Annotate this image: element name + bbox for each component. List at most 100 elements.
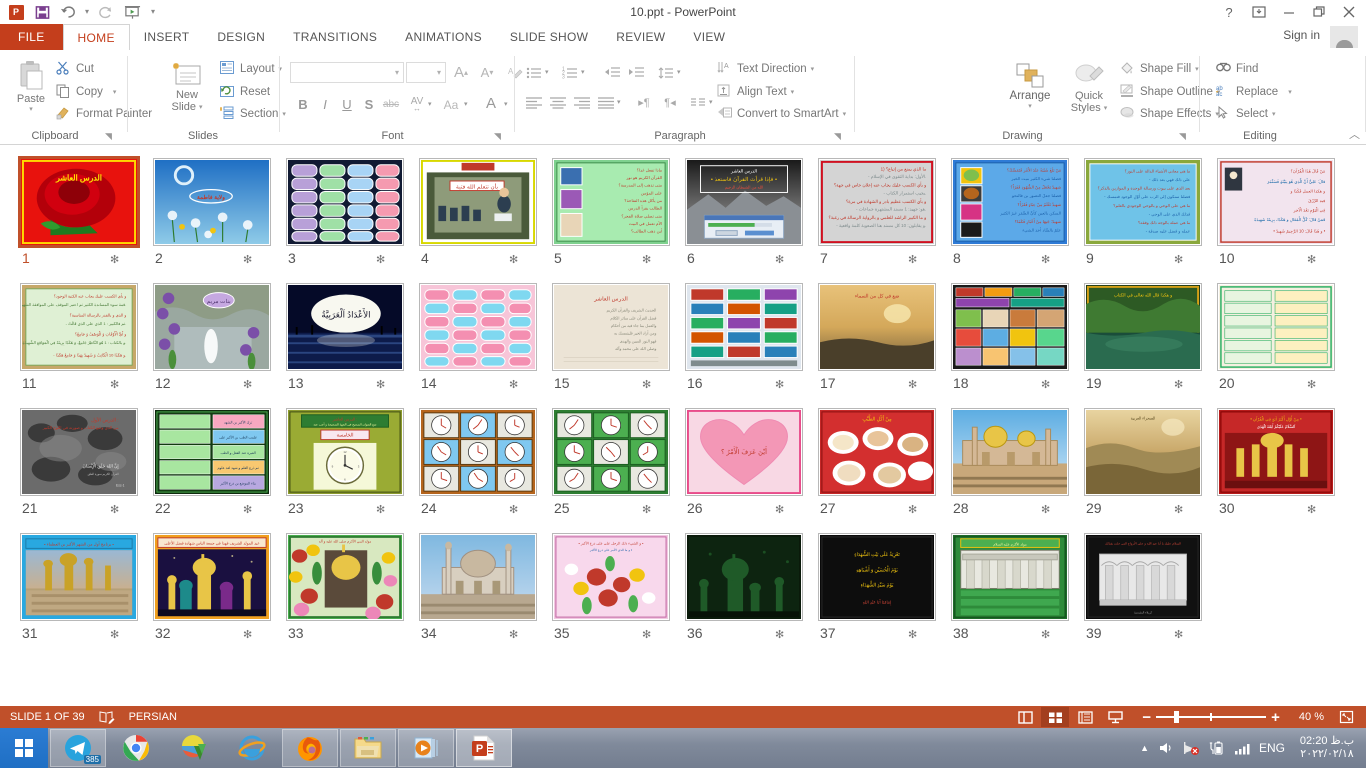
animation-star-icon[interactable]: ✻ xyxy=(642,378,651,391)
columns-dropdown-icon[interactable]: ▾ xyxy=(709,98,713,106)
align-text-button[interactable]: Align Text ▾ xyxy=(717,82,794,102)
taskbar-powerpoint[interactable]: P xyxy=(456,729,512,767)
rtl-direction-button[interactable]: ¶◂ xyxy=(659,92,681,113)
slide-thumbnail-8[interactable]: مَنْ بَلَغَ شَيْبَةً عِنْدَ الأَمْرِ فَت… xyxy=(943,158,1076,283)
slide-thumbnail-21[interactable]: الدرس الأول : من الذي وضع الكتاب و صورته… xyxy=(12,408,145,533)
tab-design[interactable]: DESIGN xyxy=(203,24,279,50)
zoom-out-button[interactable]: − xyxy=(1137,709,1156,726)
smartart-dropdown-icon[interactable]: ▾ xyxy=(843,110,847,118)
slide-thumbnail-39[interactable]: السلام عليك يا أبا عبد الله و على الأروا… xyxy=(1076,533,1209,658)
animation-star-icon[interactable]: ✻ xyxy=(1174,253,1183,266)
zoom-level[interactable]: 40 % xyxy=(1293,711,1330,723)
character-spacing-button[interactable]: AV↔ xyxy=(406,94,428,115)
slide-thumbnail-29[interactable]: الصحراء العربية 29 ✻ xyxy=(1076,408,1209,533)
taskbar-telegram[interactable]: 385 xyxy=(50,729,106,767)
slide-thumbnail-15[interactable]: الدرس العاشر الحديث الشريف والقرآن الكري… xyxy=(544,283,677,408)
animation-star-icon[interactable]: ✻ xyxy=(1041,253,1050,266)
animation-star-icon[interactable]: ✻ xyxy=(1307,503,1316,516)
animation-star-icon[interactable]: ✻ xyxy=(110,503,119,516)
slide-thumbnail-36[interactable]: 36 ✻ xyxy=(677,533,810,658)
slide-thumbnail-1[interactable]: الدرس العاشر 1 ✻ xyxy=(12,158,145,283)
animation-star-icon[interactable]: ✻ xyxy=(908,503,917,516)
arrange-button[interactable]: Arrange ▾ xyxy=(1001,62,1059,110)
slide-thumbnail-9[interactable]: ما هي معاني الأشياء الدالة على النور؟ - … xyxy=(1076,158,1209,283)
help-button[interactable]: ? xyxy=(1214,2,1244,22)
slide-thumbnail-17[interactable]: ضع في كل من السماء 17 ✻ xyxy=(810,283,943,408)
language-indicator-tray[interactable]: ENG xyxy=(1259,741,1285,755)
paste-button[interactable]: Paste ▾ xyxy=(8,60,54,113)
slide-thumbnail-35[interactable]: • و الشيء ذلك الرجل على على ذرع الأكبر •… xyxy=(544,533,677,658)
change-case-button[interactable]: Aa xyxy=(440,94,462,115)
animation-star-icon[interactable]: ✻ xyxy=(775,378,784,391)
animation-star-icon[interactable]: ✻ xyxy=(1041,378,1050,391)
bullets-button[interactable] xyxy=(523,62,545,83)
customize-qat-icon[interactable]: ▾ xyxy=(146,2,160,22)
layout-button[interactable]: Layout ▾ xyxy=(220,59,282,79)
avatar[interactable] xyxy=(1330,26,1358,48)
tab-insert[interactable]: INSERT xyxy=(130,24,204,50)
paragraph-dialog-launcher[interactable]: ◥ xyxy=(834,132,843,141)
replace-button[interactable]: abac Replace ▾ xyxy=(1216,82,1292,102)
minimize-button[interactable] xyxy=(1274,2,1304,22)
change-case-dropdown-icon[interactable]: ▾ xyxy=(464,100,468,108)
battery-icon[interactable] xyxy=(1209,741,1225,755)
bullets-dropdown-icon[interactable]: ▾ xyxy=(545,68,549,76)
underline-button[interactable]: U xyxy=(336,94,358,115)
animation-star-icon[interactable]: ✻ xyxy=(243,628,252,641)
animation-star-icon[interactable]: ✻ xyxy=(110,628,119,641)
decrease-indent-button[interactable] xyxy=(601,62,623,83)
increase-font-size-button[interactable]: A▴ xyxy=(450,62,472,83)
slide-thumbnail-26[interactable]: أَيْنَ عَرَفَ الْأَمْرُ ؟ 26 ✻ xyxy=(677,408,810,533)
signal-icon[interactable] xyxy=(1234,742,1250,755)
new-slide-button[interactable]: New Slide▾ xyxy=(160,60,214,113)
character-spacing-dropdown-icon[interactable]: ▾ xyxy=(428,100,432,108)
align-text-dropdown-icon[interactable]: ▾ xyxy=(791,88,795,96)
animation-star-icon[interactable]: ✻ xyxy=(908,378,917,391)
animation-star-icon[interactable]: ✻ xyxy=(1174,378,1183,391)
animation-star-icon[interactable]: ✻ xyxy=(243,503,252,516)
slide-thumbnail-38[interactable]: مولد الأكرم عليه السلام 38 ✻ xyxy=(943,533,1076,658)
font-name-input[interactable]: ▾ xyxy=(290,62,404,83)
animation-star-icon[interactable]: ✻ xyxy=(642,628,651,641)
slide-thumbnail-13[interactable]: الأَعْدَادُ اَلْعَ‍رَبِيَّةُ 13 ✻ xyxy=(278,283,411,408)
select-button[interactable]: Select ▾ xyxy=(1216,104,1275,124)
animation-star-icon[interactable]: ✻ xyxy=(908,253,917,266)
slide-thumbnail-14[interactable]: 14 ✻ xyxy=(411,283,544,408)
fit-to-window-button[interactable] xyxy=(1332,707,1360,727)
animation-star-icon[interactable]: ✻ xyxy=(1174,503,1183,516)
start-slideshow-icon[interactable] xyxy=(120,2,144,22)
slide-thumbnail-11[interactable]: و بأي الكسب عليك يجاب عنه الكتبة الوجود؟… xyxy=(12,283,145,408)
slide-thumbnail-22[interactable]: ترك الأكبر بن الشهد علمت الطب بن الأكبر … xyxy=(145,408,278,533)
notes-icon[interactable] xyxy=(99,710,115,724)
slide-thumbnail-16[interactable]: 16 ✻ xyxy=(677,283,810,408)
justify-button[interactable] xyxy=(595,92,617,113)
slide-thumbnail-37[interactable]: تَعْزِيَةٌ عَلَى بَيْتِ الشُّهَدَاءِ يَو… xyxy=(810,533,943,658)
quick-styles-dropdown-icon[interactable]: ▾ xyxy=(1104,104,1108,112)
zoom-in-button[interactable]: + xyxy=(1266,709,1285,726)
font-dialog-launcher[interactable]: ◥ xyxy=(494,132,503,141)
shape-fill-dropdown-icon[interactable]: ▾ xyxy=(1195,65,1199,73)
align-right-button[interactable] xyxy=(571,92,593,113)
slide-sorter-pane[interactable]: الدرس العاشر 1 ✻ ولاية فاطمة 2 xyxy=(0,146,1366,706)
animation-star-icon[interactable]: ✻ xyxy=(376,503,385,516)
tab-transitions[interactable]: TRANSITIONS xyxy=(279,24,391,50)
line-spacing-dropdown-icon[interactable]: ▾ xyxy=(677,68,681,76)
slide-thumbnail-25[interactable]: 25 ✻ xyxy=(544,408,677,533)
select-dropdown-icon[interactable]: ▾ xyxy=(1272,110,1276,118)
save-icon[interactable] xyxy=(30,2,54,22)
copy-button[interactable]: Copy ▾ xyxy=(56,82,116,102)
slide-thumbnail-5[interactable]: ماذا تفعل غدا؟ القرآن الكريم هو نور متى … xyxy=(544,158,677,283)
taskbar-ie[interactable] xyxy=(224,729,280,767)
font-color-dropdown-icon[interactable]: ▾ xyxy=(504,100,508,108)
redo-icon[interactable] xyxy=(94,2,118,22)
find-button[interactable]: Find xyxy=(1216,59,1258,79)
tab-review[interactable]: REVIEW xyxy=(602,24,679,50)
animation-star-icon[interactable]: ✻ xyxy=(509,503,518,516)
drawing-dialog-launcher[interactable]: ◥ xyxy=(1179,132,1188,141)
animation-star-icon[interactable]: ✻ xyxy=(243,253,252,266)
slide-thumbnail-2[interactable]: ولاية فاطمة 2 ✻ xyxy=(145,158,278,283)
columns-button[interactable] xyxy=(687,92,709,113)
animation-star-icon[interactable]: ✻ xyxy=(1041,503,1050,516)
text-direction-dropdown-icon[interactable]: ▾ xyxy=(811,65,815,73)
slide-sorter-view-button[interactable] xyxy=(1041,707,1069,727)
